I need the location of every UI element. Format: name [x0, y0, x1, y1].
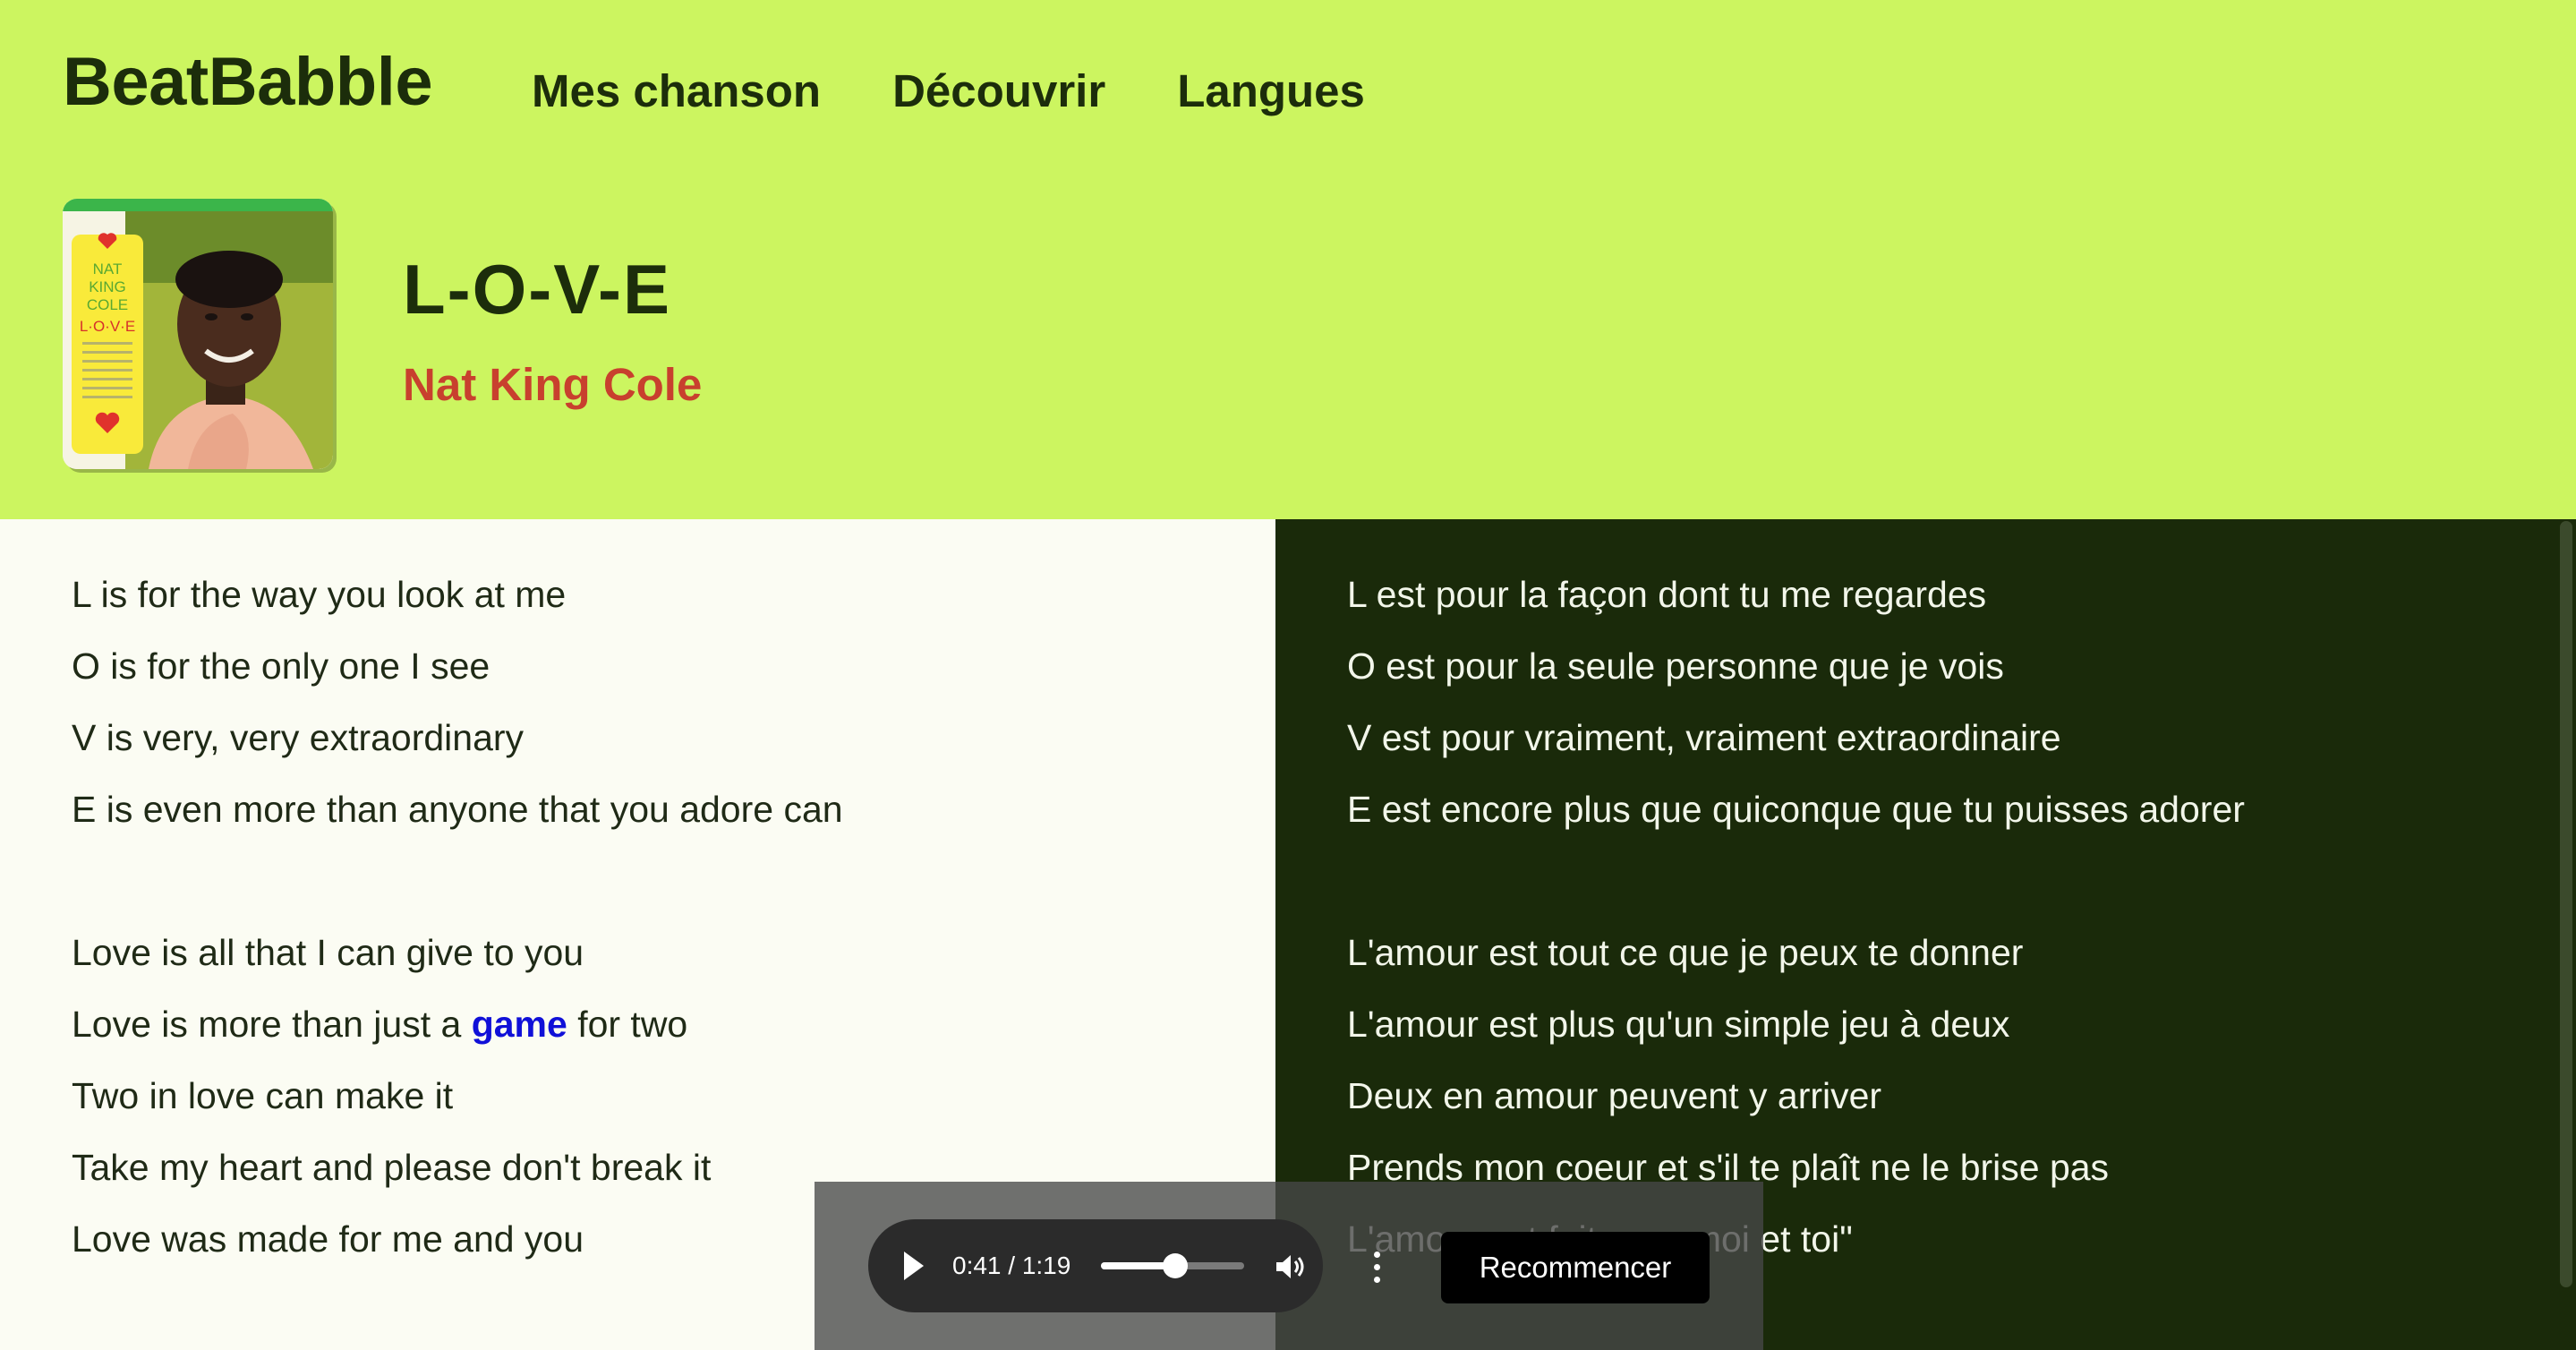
lyric-line: E is even more than anyone that you ador…: [72, 789, 843, 830]
restart-button[interactable]: Recommencer: [1441, 1232, 1710, 1303]
original-lyrics-list: L is for the way you look at me O is for…: [72, 559, 843, 1275]
lyric-line: Take my heart and please don't break it: [72, 1147, 712, 1188]
translation-line: E est encore plus que quiconque que tu p…: [1347, 789, 2245, 830]
scrollbar[interactable]: [2560, 521, 2572, 1287]
seek-thumb[interactable]: [1163, 1253, 1189, 1278]
highlighted-word[interactable]: game: [472, 1004, 567, 1045]
main-nav: Mes chanson Découvrir Langues: [532, 64, 1365, 117]
brand-logo[interactable]: BeatBabble: [63, 43, 433, 121]
lyric-line: V is very, very extraordinary: [72, 717, 525, 758]
album-cover: NAT KING COLE L·O·V·E: [63, 199, 333, 469]
song-title: L-O-V-E: [403, 250, 671, 329]
player-overlay: 0:41 / 1:19 Recommencer: [815, 1182, 1763, 1350]
lyric-spacer: [1347, 845, 2245, 917]
lyric-line: O is for the only one I see: [72, 645, 490, 687]
volume-icon[interactable]: [1275, 1253, 1307, 1280]
lyric-line: L is for the way you look at me: [72, 574, 567, 615]
more-vertical-icon[interactable]: [1369, 1250, 1384, 1286]
song-artist[interactable]: Nat King Cole: [403, 358, 702, 411]
nav-discover[interactable]: Découvrir: [892, 64, 1105, 117]
translation-lyrics-list: L est pour la façon dont tu me regardes …: [1347, 559, 2245, 1275]
lyric-text: Love is more than just a: [72, 1004, 472, 1045]
translation-line: L est pour la façon dont tu me regardes: [1347, 574, 1987, 615]
audio-player: 0:41 / 1:19: [868, 1219, 1380, 1312]
seek-slider[interactable]: [1101, 1253, 1244, 1278]
svg-text:KING: KING: [89, 278, 126, 295]
lyric-line: Two in love can make it: [72, 1075, 454, 1116]
translation-line: V est pour vraiment, vraiment extraordin…: [1347, 717, 2061, 758]
translation-line: O est pour la seule personne que je vois: [1347, 645, 2004, 687]
time-display: 0:41 / 1:19: [952, 1252, 1071, 1279]
svg-text:COLE: COLE: [87, 296, 128, 313]
translation-line: L'amour est tout ce que je peux te donne…: [1347, 932, 2024, 973]
lyric-text: for two: [567, 1004, 688, 1045]
lyric-spacer: [72, 845, 843, 917]
play-icon[interactable]: [904, 1252, 924, 1280]
album-cover-art: NAT KING COLE L·O·V·E: [63, 199, 333, 469]
svg-text:L·O·V·E: L·O·V·E: [80, 318, 135, 335]
translation-line: L'amour est plus qu'un simple jeu à deux: [1347, 1004, 2010, 1045]
lyric-line: Love is all that I can give to you: [72, 932, 584, 973]
header: BeatBabble Mes chanson Découvrir Langues: [0, 0, 2576, 519]
nav-languages[interactable]: Langues: [1177, 64, 1365, 117]
svg-text:NAT: NAT: [93, 261, 123, 278]
lyric-line: Love was made for me and you: [72, 1218, 584, 1260]
nav-my-songs[interactable]: Mes chanson: [532, 64, 821, 117]
lyric-line: Love is more than just a game for two: [72, 988, 843, 1060]
translation-line: Deux en amour peuvent y arriver: [1347, 1075, 1882, 1116]
